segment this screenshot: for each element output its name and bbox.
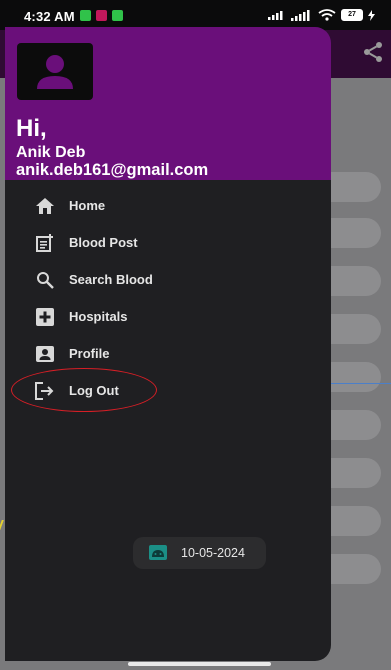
hospital-icon [35,307,55,327]
menu-item-home[interactable]: Home [5,187,331,224]
user-name: Anik Deb [16,144,86,161]
menu-item-label: Profile [69,346,110,361]
wifi-icon [318,9,336,21]
menu-item-blood-post[interactable]: Blood Post [5,224,331,261]
profile-icon [35,344,55,364]
search-icon [35,270,55,290]
menu-item-hospitals[interactable]: Hospitals [5,298,331,335]
menu-item-label: Home [69,198,106,213]
share-icon[interactable] [361,40,385,64]
signal-icon [268,11,283,20]
android-icon [149,545,167,560]
highlight-circle [11,368,157,412]
avatar[interactable] [17,43,93,100]
notification-icon [96,10,107,21]
status-bar: 4:32 AM 27 [0,0,391,30]
notification-icon [112,10,123,21]
person-icon [37,55,73,89]
greeting: Hi, [16,115,47,142]
gesture-bar[interactable] [128,662,271,666]
menu-item-label: Search Blood [69,272,153,287]
post-add-icon [35,233,55,253]
drawer-header: Hi, Anik Deb anik.deb161@gmail.com [5,27,331,180]
menu-item-search-blood[interactable]: Search Blood [5,261,331,298]
menu-item-label: Blood Post [69,235,138,250]
battery-icon: 27 [341,9,363,21]
home-icon [35,196,55,216]
menu-item-profile[interactable]: Profile [5,335,331,372]
status-time: 4:32 AM [24,9,75,24]
status-icons: 27 [268,9,375,21]
toast-message: 10-05-2024 [133,537,266,569]
toast-text: 10-05-2024 [181,546,245,560]
phone-screen: 4:32 AM 27 Hi, Anik Deb anik.deb161@gmai… [0,0,391,670]
charging-icon [368,9,375,21]
notification-icon [80,10,91,21]
menu-item-label: Hospitals [69,309,128,324]
signal-4g-icon [291,9,310,21]
user-email: anik.deb161@gmail.com [16,161,209,179]
